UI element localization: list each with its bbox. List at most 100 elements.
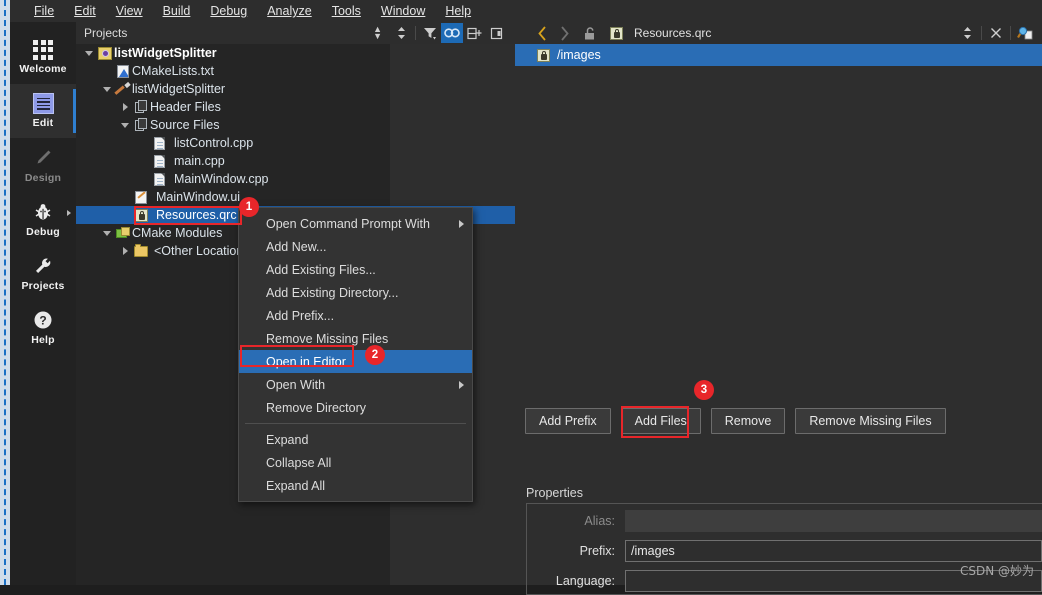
remove-button[interactable]: Remove — [710, 408, 786, 434]
menu-view-label: View — [115, 4, 143, 18]
twisty-right-icon[interactable] — [118, 103, 132, 111]
menu-item-debug[interactable]: Debug — [200, 2, 257, 20]
twisty-down-icon[interactable] — [82, 50, 96, 56]
filter-button[interactable] — [419, 23, 441, 43]
menu-item-tools[interactable]: Tools — [322, 2, 371, 20]
mode-label-welcome: Welcome — [19, 62, 67, 75]
pencil-icon — [37, 150, 51, 163]
resource-prefix-row-images[interactable]: /images — [515, 44, 1042, 66]
tree-item-mainwindow-cpp[interactable]: MainWindow.cpp — [76, 170, 390, 188]
editor-toolbar: Resources.qrc — [390, 22, 1042, 44]
tree-label: main.cpp — [174, 154, 225, 168]
ui-file-icon — [132, 190, 150, 204]
split-selector-button[interactable] — [390, 23, 412, 43]
context-menu-item-expand[interactable]: Expand — [239, 428, 472, 451]
link-icon — [444, 28, 460, 38]
context-menu-item-add-prefix[interactable]: Add Prefix... — [239, 304, 472, 327]
add-files-button[interactable]: Add Files — [620, 408, 701, 434]
tree-label: Source Files — [150, 118, 220, 132]
project-context-menu[interactable]: Open Command Prompt With Add New... Add … — [238, 207, 473, 502]
cmake-file-icon — [114, 64, 132, 78]
twisty-down-icon[interactable] — [100, 230, 114, 236]
mode-button-projects[interactable]: Projects — [10, 246, 76, 300]
go-forward-button[interactable] — [553, 23, 575, 43]
menu-analyze-label: Analyze — [267, 4, 312, 18]
tree-label: MainWindow.ui — [156, 190, 241, 204]
menu-item-analyze[interactable]: Analyze — [257, 2, 321, 20]
mode-button-design[interactable]: Design — [10, 138, 76, 192]
cpp-file-icon — [150, 136, 168, 150]
synchronize-selection-button[interactable] — [441, 23, 463, 43]
twisty-down-icon[interactable] — [100, 86, 114, 92]
updown-arrows-icon — [963, 27, 971, 39]
watermark: CSDN @妙为 — [959, 564, 1034, 578]
context-menu-item-remove-directory[interactable]: Remove Directory — [239, 396, 472, 419]
go-back-button[interactable] — [531, 23, 553, 43]
resource-prefix-label: /images — [557, 48, 601, 62]
close-document-button[interactable] — [985, 23, 1007, 43]
add-prefix-button[interactable]: Add Prefix — [525, 408, 611, 434]
tree-label: MainWindow.cpp — [174, 172, 269, 186]
prefix-input[interactable]: /images — [625, 539, 1042, 562]
tree-item-source-files[interactable]: Source Files — [76, 116, 390, 134]
mode-button-help[interactable]: ? Help — [10, 300, 76, 354]
split-plus-icon — [466, 27, 481, 39]
context-menu-label: Open Command Prompt With — [266, 216, 430, 231]
remove-missing-files-button[interactable]: Remove Missing Files — [795, 408, 946, 434]
context-menu-item-add-existing-directory[interactable]: Add Existing Directory... — [239, 281, 472, 304]
context-menu-item-open-with[interactable]: Open With — [239, 373, 472, 396]
menu-item-view[interactable]: View — [106, 2, 153, 20]
tree-item-main-cpp[interactable]: main.cpp — [76, 152, 390, 170]
tree-item-header-files[interactable]: Header Files — [76, 98, 390, 116]
menu-item-build[interactable]: Build — [153, 2, 201, 20]
resource-tree[interactable]: /images — [515, 44, 1042, 399]
menu-item-window[interactable]: Window — [371, 2, 435, 20]
projects-panel-title: Projects — [84, 26, 128, 40]
context-menu-item-add-existing-files[interactable]: Add Existing Files... — [239, 258, 472, 281]
cpp-file-icon — [150, 154, 168, 168]
close-split-button[interactable] — [485, 23, 507, 43]
lock-document-button[interactable] — [579, 23, 601, 43]
document-lines-icon — [32, 93, 54, 114]
context-menu-item-open-in-editor[interactable]: Open in Editor — [239, 350, 472, 373]
search-results-button[interactable] — [1014, 23, 1036, 43]
mode-button-welcome[interactable]: Welcome — [10, 30, 76, 84]
mode-label-help: Help — [31, 333, 55, 346]
twisty-right-icon[interactable] — [118, 247, 132, 255]
updown-arrows-icon — [397, 27, 405, 39]
tree-item-listwidgetsplitter-project[interactable]: listWidgetSplitter — [76, 44, 390, 62]
grid-icon — [33, 39, 53, 60]
alias-input[interactable] — [625, 509, 1042, 532]
menu-item-file[interactable]: File — [24, 2, 64, 20]
mode-button-edit[interactable]: Edit — [10, 84, 76, 138]
menu-item-edit[interactable]: Edit — [64, 2, 106, 20]
tree-item-listwidgetsplitter-target[interactable]: listWidgetSplitter — [76, 80, 390, 98]
twisty-down-icon[interactable] — [118, 122, 132, 128]
chevron-right-icon[interactable] — [67, 210, 71, 216]
svg-text:?: ? — [39, 313, 46, 327]
context-menu-separator — [245, 423, 466, 424]
context-menu-item-remove-missing-files[interactable]: Remove Missing Files — [239, 327, 472, 350]
question-mark-icon: ? — [34, 311, 52, 328]
panel-selector-icon[interactable]: ▲ ▼ — [373, 25, 382, 41]
context-menu-label: Expand — [266, 432, 309, 447]
context-menu-item-expand-all[interactable]: Expand All — [239, 474, 472, 497]
context-menu-item-collapse-all[interactable]: Collapse All — [239, 451, 472, 474]
menu-item-help[interactable]: Help — [435, 2, 481, 20]
split-button[interactable] — [463, 23, 485, 43]
annotation-badge-3: 3 — [694, 380, 714, 400]
context-menu-label: Add Existing Files... — [266, 262, 376, 277]
context-menu-item-open-command-prompt-with[interactable]: Open Command Prompt With — [239, 212, 472, 235]
document-dropdown-button[interactable] — [956, 23, 978, 43]
close-split-icon — [490, 27, 502, 39]
tree-item-listcontrol-cpp[interactable]: listControl.cpp — [76, 134, 390, 152]
mode-button-debug[interactable]: Debug — [10, 192, 76, 246]
tree-item-mainwindow-ui[interactable]: MainWindow.ui — [76, 188, 390, 206]
context-menu-label: Collapse All — [266, 455, 332, 470]
context-menu-item-add-new[interactable]: Add New... — [239, 235, 472, 258]
context-menu-label: Remove Directory — [266, 400, 367, 415]
open-document-name[interactable]: Resources.qrc — [634, 26, 711, 40]
tree-item-cmakelists[interactable]: CMakeLists.txt — [76, 62, 390, 80]
projects-panel-header: Projects ▲ ▼ — [76, 22, 391, 44]
qt-project-icon — [96, 46, 114, 60]
